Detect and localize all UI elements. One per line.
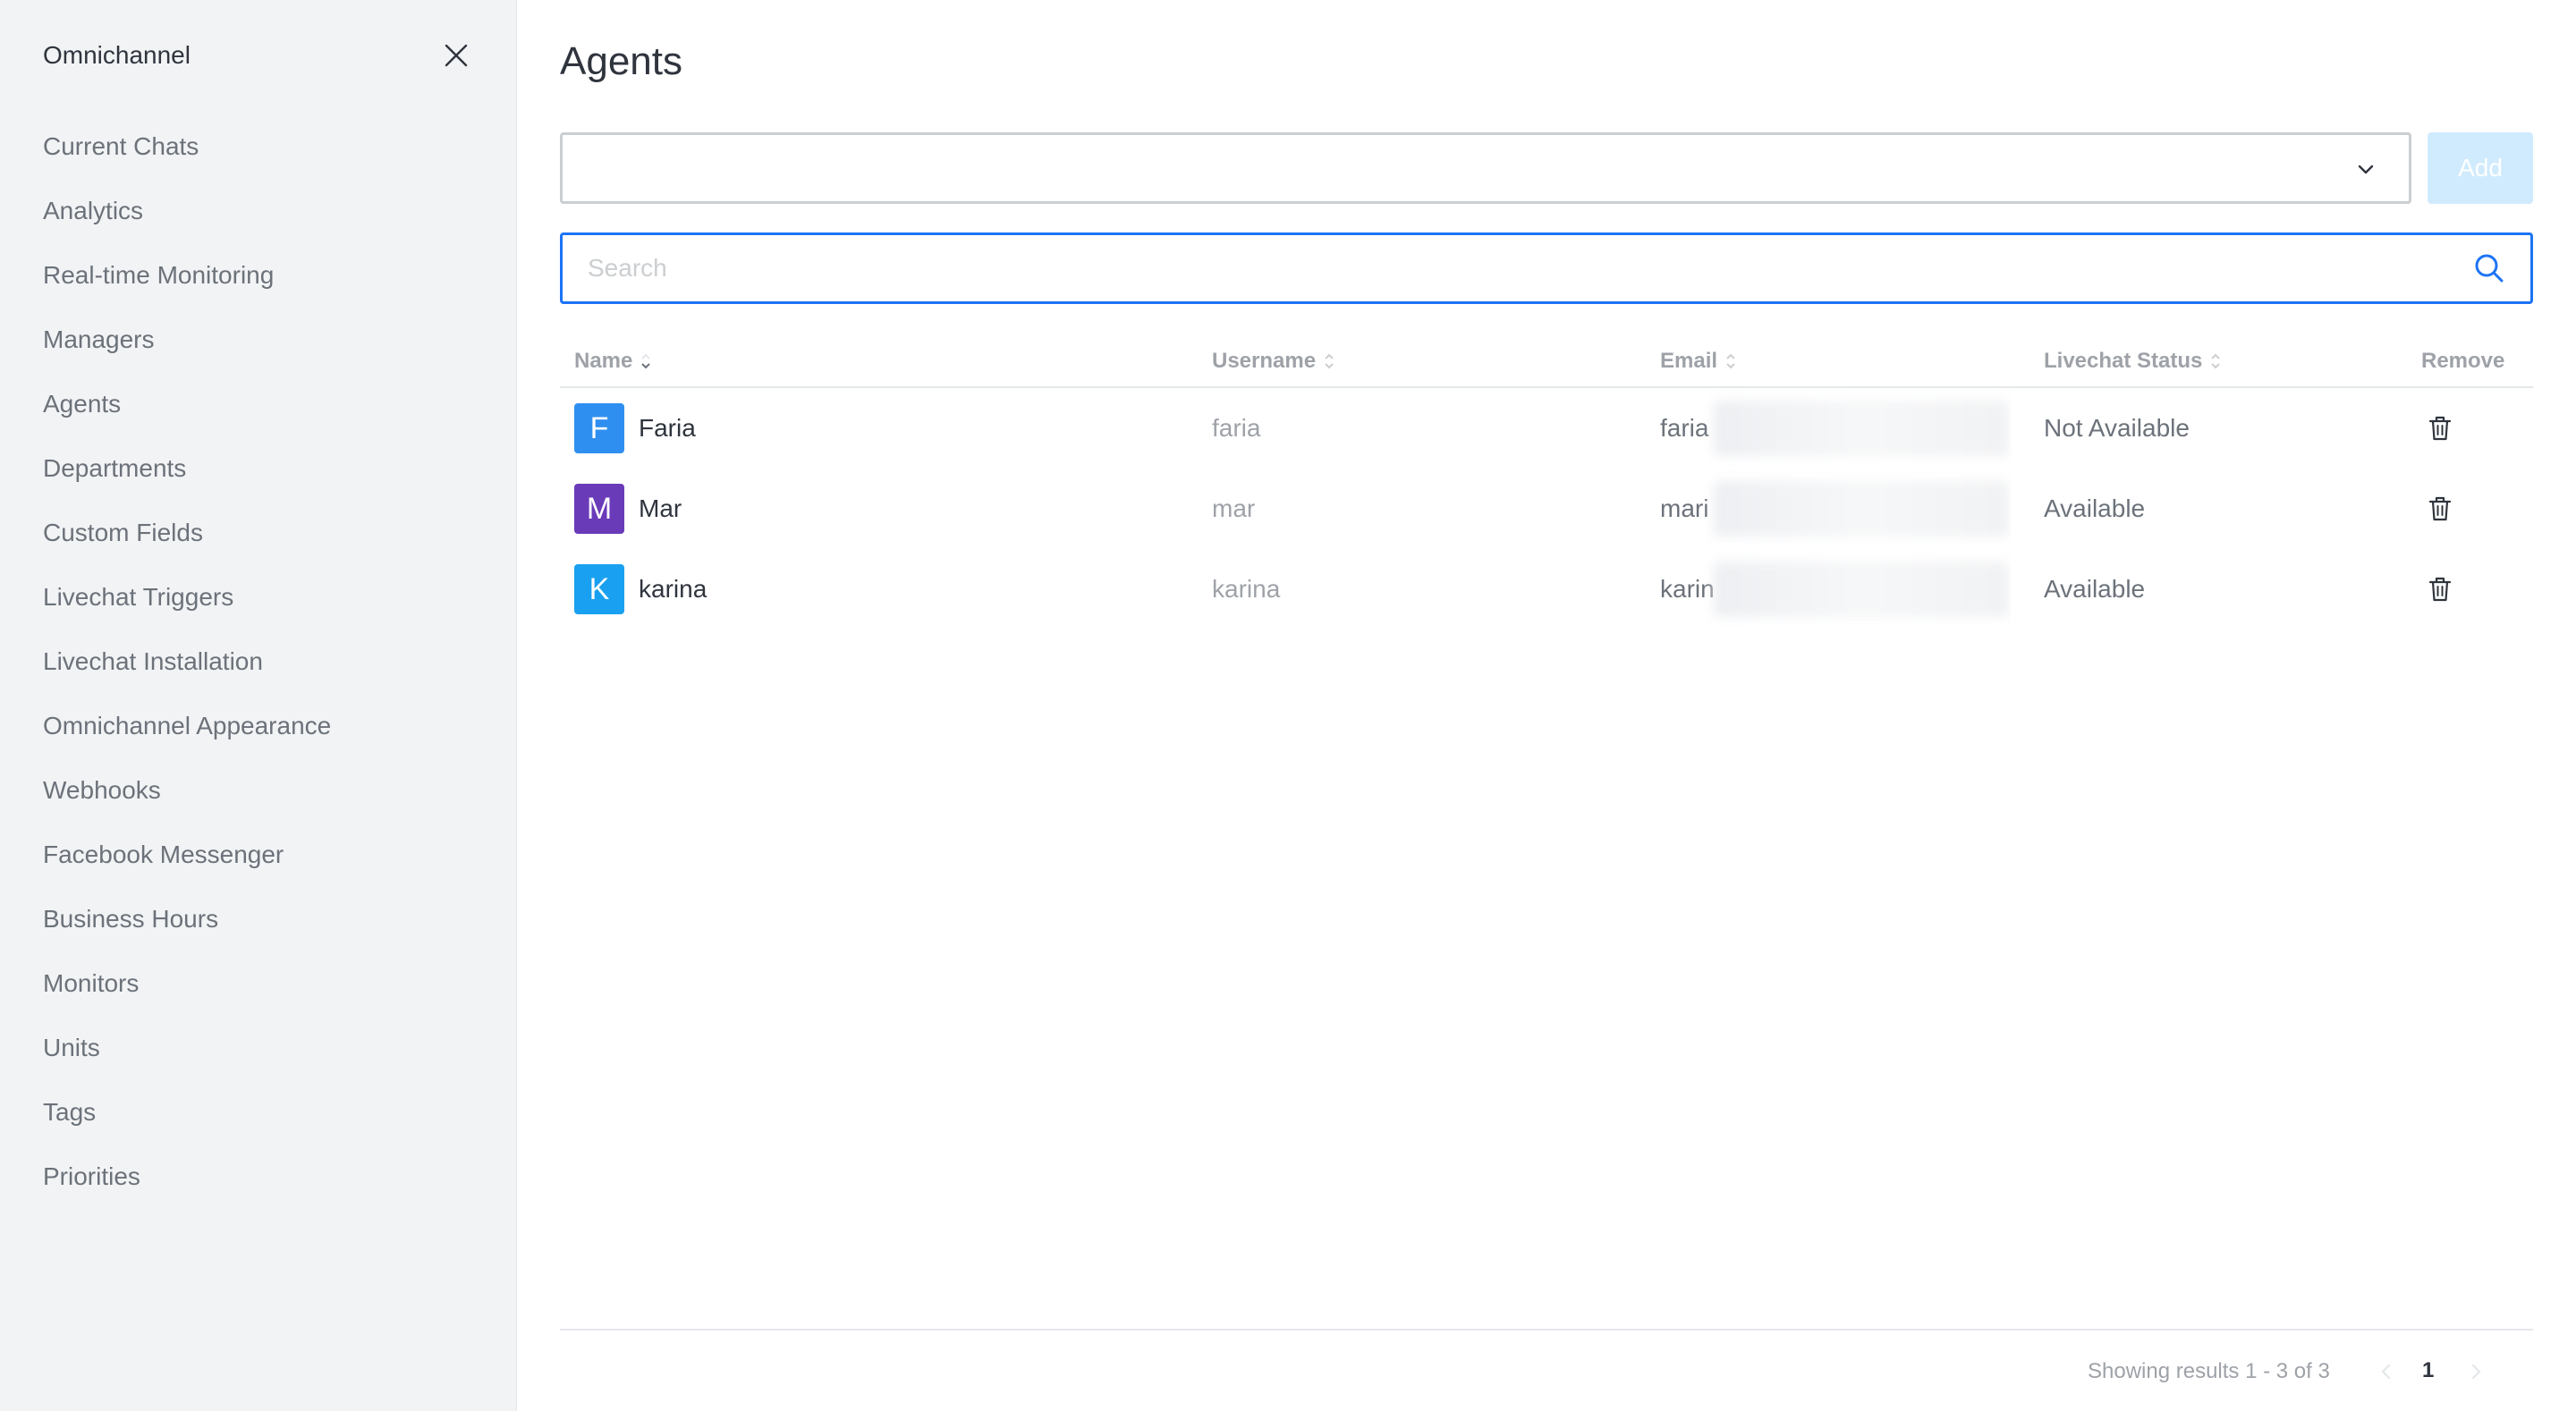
trash-icon	[2428, 416, 2452, 441]
agent-name: Mar	[639, 494, 682, 522]
agent-email-cell: karin	[1660, 549, 2011, 629]
agent-livechat-status: Available	[2044, 494, 2146, 522]
app-window: Omnichannel Current Chats Analytics Real…	[0, 0, 2576, 1411]
sort-icon	[1325, 353, 1334, 369]
agent-select[interactable]	[560, 132, 2411, 204]
agent-email-cell: faria	[1660, 388, 2011, 469]
sidebar-item-monitors[interactable]: Monitors	[0, 951, 517, 1016]
sidebar-item-current-chats[interactable]: Current Chats	[0, 114, 517, 179]
sidebar-item-livechat-triggers[interactable]: Livechat Triggers	[0, 565, 517, 629]
chevron-left-icon[interactable]	[2377, 1361, 2395, 1382]
sort-icon	[1726, 353, 1735, 369]
email-redaction	[1714, 481, 2009, 537]
search-field	[560, 232, 2533, 304]
agent-username: mar	[1212, 494, 1256, 522]
pagination-results-text: Showing results 1 - 3 of 3	[2088, 1359, 2330, 1383]
sidebar: Omnichannel Current Chats Analytics Real…	[0, 0, 517, 1411]
remove-agent-button[interactable]	[2422, 549, 2458, 629]
column-header-email-label: Email	[1660, 349, 1718, 373]
column-header-remove-label: Remove	[2421, 349, 2505, 373]
agent-email-cell: mari	[1660, 469, 2011, 549]
trash-icon	[2428, 577, 2452, 602]
sidebar-item-agents[interactable]: Agents	[0, 372, 517, 436]
sort-icon	[641, 353, 651, 369]
page-title: Agents	[560, 39, 682, 83]
close-icon	[445, 44, 468, 67]
table-row[interactable]: F Faria faria faria Not Available	[560, 388, 2533, 469]
remove-agent-button[interactable]	[2422, 469, 2458, 549]
agent-username: karina	[1212, 575, 1281, 603]
sidebar-item-facebook-messenger[interactable]: Facebook Messenger	[0, 823, 517, 887]
pagination-page-button[interactable]: 1	[2422, 1358, 2434, 1383]
sidebar-item-analytics[interactable]: Analytics	[0, 179, 517, 243]
column-header-remove: Remove	[2421, 349, 2504, 374]
agent-name-cell: F Faria	[574, 388, 696, 469]
agent-name-cell: M Mar	[574, 469, 682, 549]
sidebar-item-priorities[interactable]: Priorities	[0, 1145, 517, 1209]
column-header-name[interactable]: Name	[574, 349, 654, 374]
column-header-livechat-status[interactable]: Livechat Status	[2044, 349, 2224, 374]
remove-agent-button[interactable]	[2422, 388, 2458, 469]
sidebar-nav: Current Chats Analytics Real-time Monito…	[0, 114, 517, 1209]
agent-name: karina	[639, 575, 708, 603]
agent-email: mari	[1660, 494, 1709, 522]
agent-email: karin	[1660, 575, 1715, 603]
sidebar-item-departments[interactable]: Departments	[0, 436, 517, 501]
column-header-username[interactable]: Username	[1212, 349, 1337, 374]
add-button[interactable]: Add	[2428, 132, 2533, 204]
sort-icon	[2211, 353, 2221, 369]
search-input[interactable]	[588, 235, 2448, 301]
agent-livechat-status: Not Available	[2044, 414, 2190, 442]
sidebar-item-livechat-installation[interactable]: Livechat Installation	[0, 629, 517, 694]
column-header-username-label: Username	[1212, 349, 1317, 373]
avatar: K	[574, 564, 624, 614]
table-row[interactable]: K karina karina karin Available	[560, 549, 2533, 629]
email-redaction	[1714, 401, 2009, 456]
agent-livechat-status: Available	[2044, 575, 2146, 603]
table-footer-divider	[560, 1329, 2533, 1331]
main-content: Agents Add Name	[517, 0, 2576, 1411]
search-icon[interactable]	[2473, 252, 2505, 284]
close-button[interactable]	[438, 38, 474, 73]
sidebar-header: Omnichannel	[43, 36, 474, 75]
agent-name-cell: K karina	[574, 549, 707, 629]
agent-name: Faria	[639, 414, 696, 442]
avatar: F	[574, 403, 624, 453]
column-header-name-label: Name	[574, 349, 633, 373]
chevron-down-icon	[2358, 165, 2374, 174]
avatar: M	[574, 484, 624, 534]
agent-email: faria	[1660, 414, 1709, 442]
sidebar-item-business-hours[interactable]: Business Hours	[0, 887, 517, 951]
column-header-livechat-status-label: Livechat Status	[2044, 349, 2203, 373]
email-redaction	[1714, 562, 2009, 617]
sidebar-item-webhooks[interactable]: Webhooks	[0, 758, 517, 823]
trash-icon	[2428, 496, 2452, 521]
column-header-email[interactable]: Email	[1660, 349, 1739, 374]
sidebar-item-omnichannel-appearance[interactable]: Omnichannel Appearance	[0, 694, 517, 758]
agent-username: faria	[1212, 414, 1261, 442]
sidebar-item-tags[interactable]: Tags	[0, 1080, 517, 1145]
sidebar-item-custom-fields[interactable]: Custom Fields	[0, 501, 517, 565]
sidebar-item-units[interactable]: Units	[0, 1016, 517, 1080]
sidebar-item-real-time-monitoring[interactable]: Real-time Monitoring	[0, 243, 517, 308]
sidebar-title: Omnichannel	[43, 41, 191, 69]
sidebar-item-managers[interactable]: Managers	[0, 308, 517, 372]
table-header: Name Username Email Livechat Status Remo…	[560, 336, 2533, 388]
agents-table: Name Username Email Livechat Status Remo…	[560, 336, 2533, 629]
table-row[interactable]: M Mar mar mari Available	[560, 469, 2533, 549]
chevron-right-icon[interactable]	[2467, 1361, 2485, 1382]
